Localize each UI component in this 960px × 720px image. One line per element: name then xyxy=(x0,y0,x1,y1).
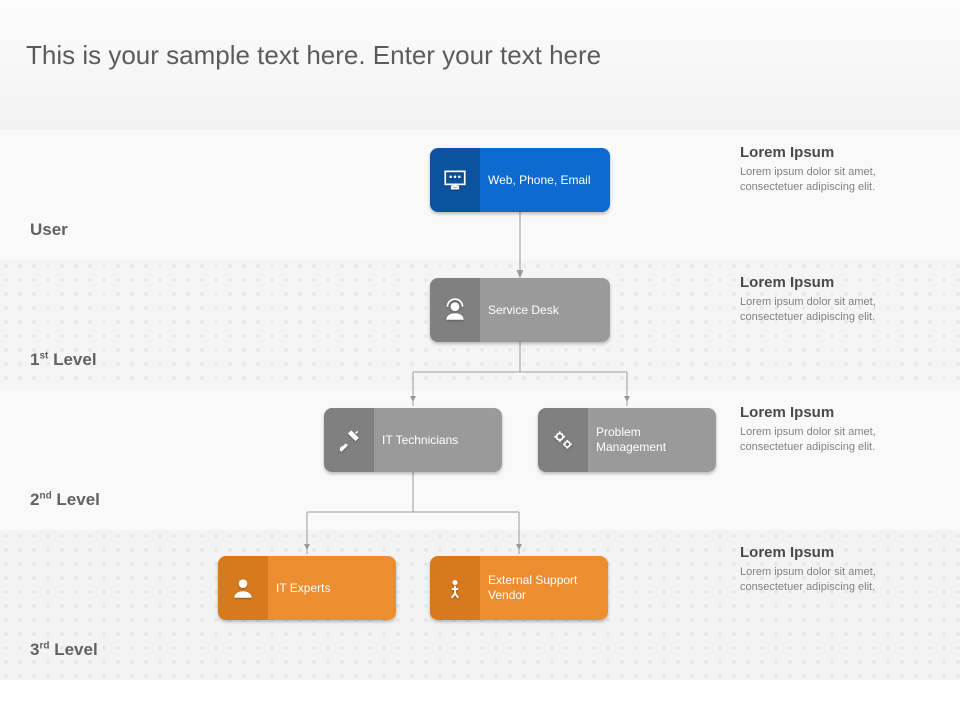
monitor-icon xyxy=(430,148,480,212)
node-web-phone-email-label: Web, Phone, Email xyxy=(488,173,591,188)
node-it-technicians: IT Technicians xyxy=(324,408,502,472)
node-problem-management-label: Problem Management xyxy=(596,425,706,455)
node-it-experts-label: IT Experts xyxy=(276,581,330,596)
gears-icon xyxy=(538,408,588,472)
edge-n2-heads xyxy=(410,396,630,402)
node-it-experts: IT Experts xyxy=(218,556,396,620)
edge-n2-split xyxy=(413,342,627,406)
person-icon xyxy=(218,556,268,620)
node-service-desk-label: Service Desk xyxy=(488,303,559,318)
node-web-phone-email: Web, Phone, Email xyxy=(430,148,610,212)
node-problem-management: Problem Management xyxy=(538,408,716,472)
person-outline-icon xyxy=(430,556,480,620)
edge-n3-heads xyxy=(304,544,522,550)
headset-person-icon xyxy=(430,278,480,342)
node-it-technicians-label: IT Technicians xyxy=(382,433,458,448)
node-external-support-vendor: External Support Vendor xyxy=(430,556,608,620)
edge-n3-split xyxy=(307,472,519,554)
tools-icon xyxy=(324,408,374,472)
slide: This is your sample text here. Enter you… xyxy=(0,0,960,720)
node-service-desk: Service Desk xyxy=(430,278,610,342)
node-external-support-vendor-label: External Support Vendor xyxy=(488,573,598,603)
